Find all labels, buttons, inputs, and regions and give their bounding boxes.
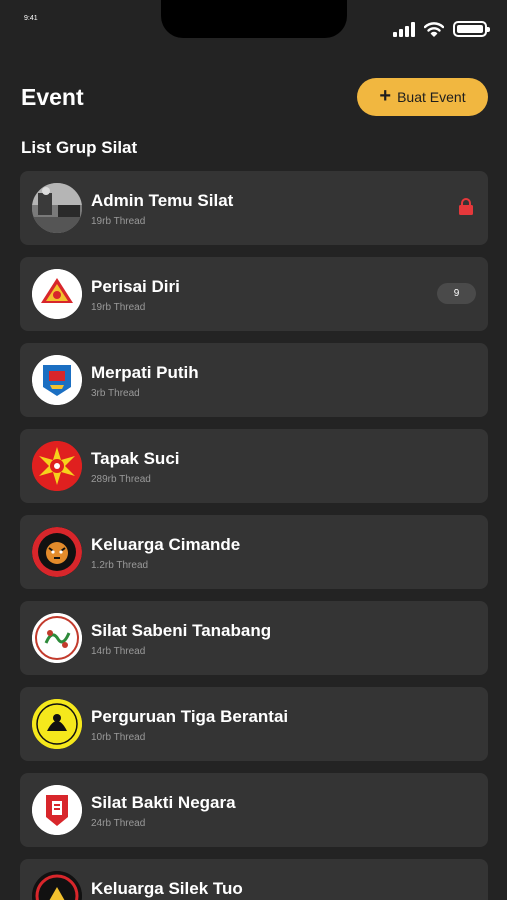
plus-icon: + [379,85,392,107]
device-notch [161,0,347,38]
group-name: Perisai Diri [91,277,180,296]
group-name: Keluarga Cimande [91,535,241,554]
group-name: Tapak Suci [91,449,180,468]
group-thread-count: 289rb Thread [91,474,151,485]
lock-icon [459,198,473,215]
group-card-silat-sabeni-tanabang[interactable]: Silat Sabeni Tanabang 14rb Thread [20,601,488,675]
merpati-putih-logo-icon [32,355,82,405]
group-card-perisai-diri[interactable]: Perisai Diri 19rb Thread 9 [20,257,488,331]
group-name: Silat Sabeni Tanabang [91,621,272,640]
group-thread-count: 10rb Thread [91,732,146,743]
status-icons [393,21,490,37]
status-time: 9:41 [24,15,38,22]
photo-avatar-icon [32,183,82,233]
group-thread-count: 14rb Thread [91,646,146,657]
create-event-label: Buat Event [397,89,466,105]
group-name: Silat Bakti Negara [91,793,236,812]
page-title: Event [21,84,84,110]
group-name: Keluarga Silek Tuo [91,879,243,898]
group-card-keluarga-silek-tuo[interactable]: Keluarga Silek Tuo [20,859,488,900]
group-name: Admin Temu Silat [91,191,234,210]
tiga-berantai-logo-icon [32,699,82,749]
create-event-button[interactable]: + Buat Event [357,78,488,116]
group-thread-count: 19rb Thread [91,302,146,313]
signal-icon [393,21,415,37]
group-thread-count: 19rb Thread [91,216,146,227]
tapak-suci-logo-icon [32,441,82,491]
cimande-tiger-logo-icon [32,527,82,577]
unread-count-badge: 9 [437,283,476,304]
wifi-icon [424,21,444,37]
group-thread-count: 3rb Thread [91,388,140,399]
group-name: Perguruan Tiga Berantai [91,707,289,726]
battery-icon [453,21,490,37]
group-thread-count: 1.2rb Thread [91,560,149,571]
bakti-negara-logo-icon [32,785,82,835]
sabeni-logo-icon [32,613,82,663]
group-card-admin-temu-silat[interactable]: Admin Temu Silat 19rb Thread [20,171,488,245]
status-bar: 9:41 [0,0,507,44]
silek-tuo-logo-icon [32,871,82,900]
group-card-silat-bakti-negara[interactable]: Silat Bakti Negara 24rb Thread [20,773,488,847]
group-thread-count: 24rb Thread [91,818,146,829]
group-list: Admin Temu Silat 19rb Thread Perisai Dir… [20,171,488,900]
group-card-perguruan-tiga-berantai[interactable]: Perguruan Tiga Berantai 10rb Thread [20,687,488,761]
section-title: List Grup Silat [21,138,138,157]
group-card-keluarga-cimande[interactable]: Keluarga Cimande 1.2rb Thread [20,515,488,589]
group-card-tapak-suci[interactable]: Tapak Suci 289rb Thread [20,429,488,503]
perisai-diri-logo-icon [32,269,82,319]
group-card-merpati-putih[interactable]: Merpati Putih 3rb Thread [20,343,488,417]
group-name: Merpati Putih [91,363,199,382]
